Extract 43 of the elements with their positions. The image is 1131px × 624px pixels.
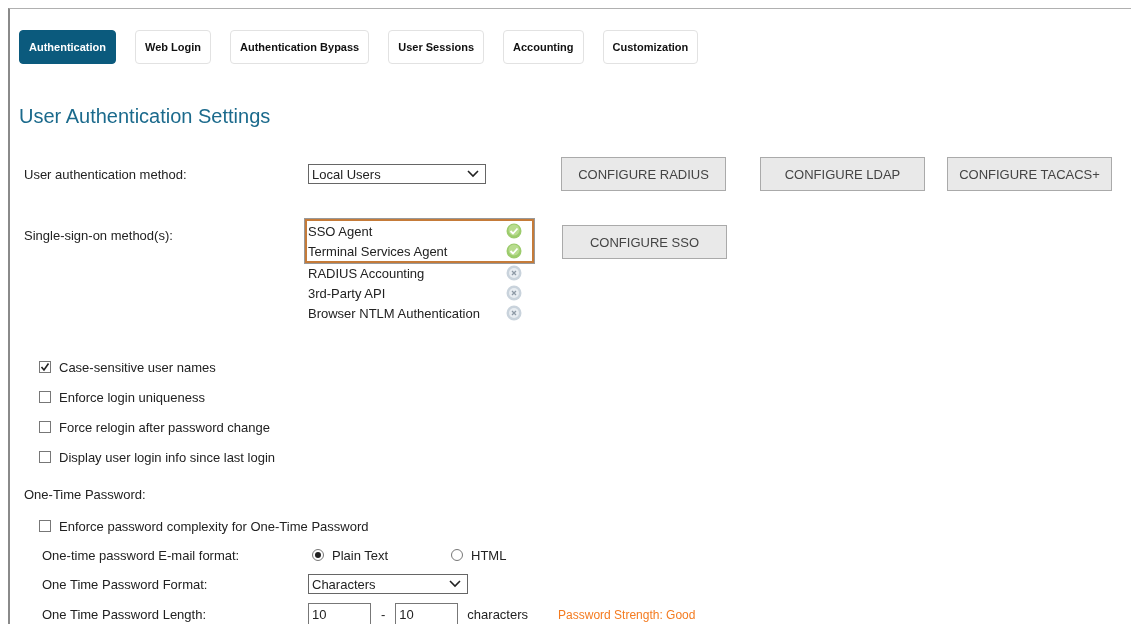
checkbox[interactable] bbox=[39, 520, 51, 532]
section-label: One-Time Password: bbox=[24, 487, 146, 502]
max-length-field[interactable]: 10 bbox=[395, 603, 459, 624]
field-label: One Time Password Format: bbox=[41, 576, 209, 592]
sso-method-label: 3rd-Party API bbox=[308, 285, 386, 301]
checkbox-label: Display user login info since last login bbox=[59, 449, 276, 465]
checkbox[interactable] bbox=[39, 451, 51, 463]
tab[interactable]: Authentication bbox=[19, 30, 116, 64]
tab[interactable]: Customization bbox=[602, 30, 699, 64]
configure-button[interactable]: CONFIGURE TACACS+ bbox=[947, 157, 1112, 191]
tab[interactable]: Authentication Bypass bbox=[230, 30, 370, 64]
radio-label: HTML bbox=[471, 547, 507, 563]
chevron-down-icon bbox=[449, 580, 461, 588]
checkbox[interactable] bbox=[39, 421, 51, 433]
sso-method-label: RADIUS Accounting bbox=[308, 265, 425, 281]
configure-button[interactable]: CONFIGURE LDAP bbox=[760, 157, 925, 191]
field-label: Single-sign-on method(s): bbox=[23, 228, 174, 243]
tab[interactable]: User Sessions bbox=[388, 30, 485, 64]
field-label: One-time password E-mail format: bbox=[41, 547, 241, 563]
configure-sso-button[interactable]: CONFIGURE SSO bbox=[562, 225, 727, 259]
radio-label: Plain Text bbox=[332, 547, 389, 563]
checkbox-label: Case-sensitive user names bbox=[59, 359, 216, 375]
checkbox-label: Enforce login uniqueness bbox=[59, 389, 205, 405]
sso-method-label: Terminal Services Agent bbox=[308, 243, 448, 259]
method-dropdown[interactable]: Local Users bbox=[308, 164, 486, 184]
password-strength: Password Strength: Good bbox=[558, 607, 696, 622]
checkbox[interactable] bbox=[39, 391, 51, 403]
tab[interactable]: Accounting bbox=[503, 30, 584, 64]
range-separator: - bbox=[381, 607, 386, 622]
checkbox-label: Enforce password complexity for One-Time Password bbox=[59, 518, 369, 534]
unit-label: characters bbox=[467, 607, 529, 622]
chevron-down-icon bbox=[467, 170, 479, 178]
tab[interactable]: Web Login bbox=[135, 30, 211, 64]
min-length-field[interactable]: 10 bbox=[308, 603, 371, 624]
configure-button[interactable]: CONFIGURE RADIUS bbox=[561, 157, 726, 191]
field-label: User authentication method: bbox=[23, 166, 188, 182]
checkbox-label: Force relogin after password change bbox=[59, 419, 270, 435]
format-dropdown[interactable]: Characters bbox=[308, 574, 468, 594]
section-title: User Authentication Settings bbox=[19, 104, 272, 129]
field-label: One Time Password Length: bbox=[41, 607, 208, 622]
checkbox[interactable] bbox=[39, 361, 51, 373]
sso-method-label: SSO Agent bbox=[308, 223, 373, 239]
sso-method-label: Browser NTLM Authentication bbox=[308, 305, 480, 321]
